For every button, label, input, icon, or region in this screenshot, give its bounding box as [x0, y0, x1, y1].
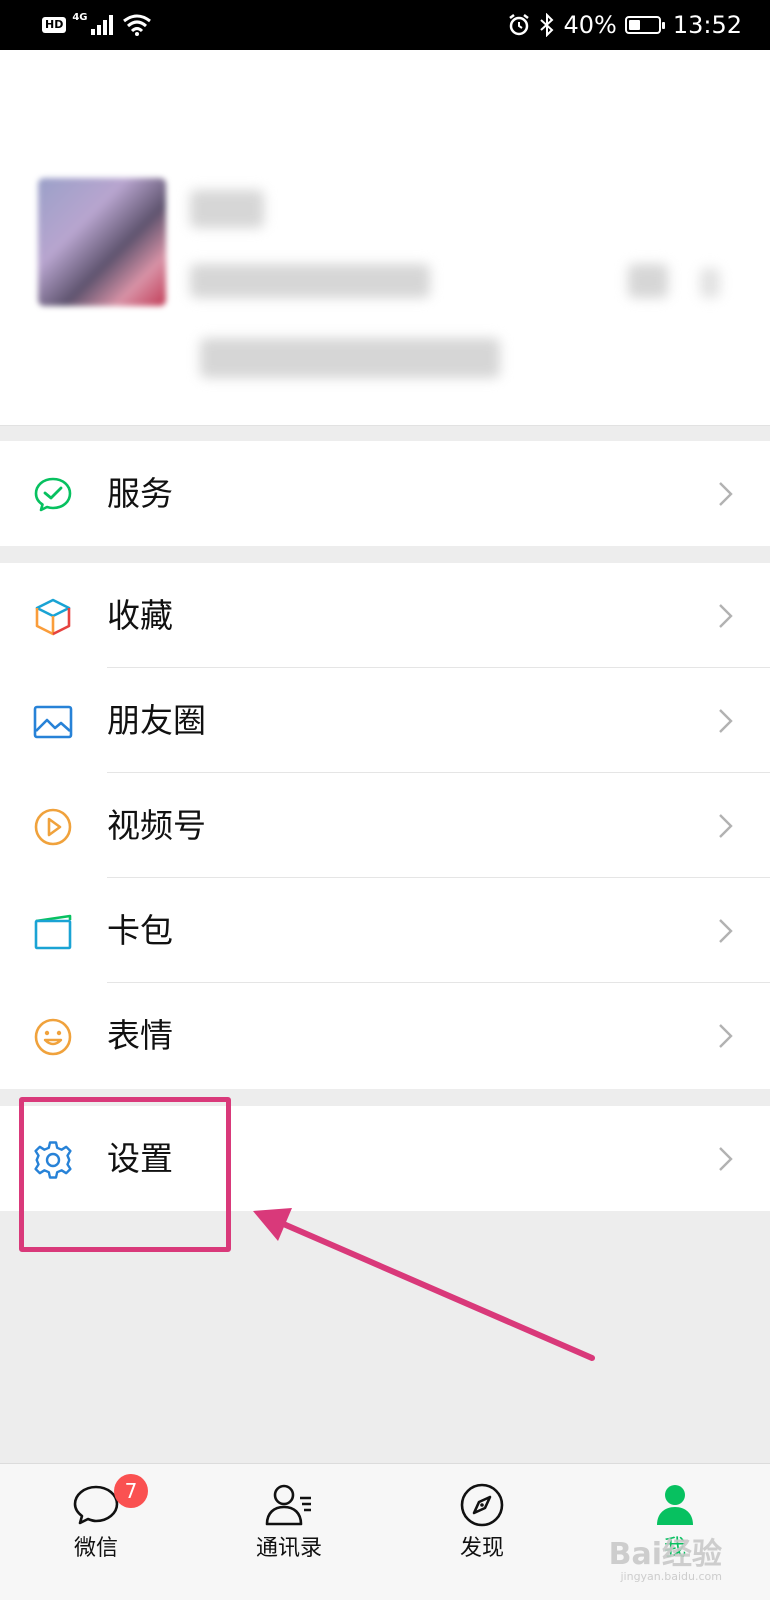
chevron-right-icon: [719, 482, 733, 506]
highlight-box-annotation: [19, 1097, 231, 1252]
alarm-icon: [509, 14, 530, 36]
qr-code-blurred[interactable]: [628, 264, 668, 298]
watermark-main: Bai经验: [608, 1537, 722, 1572]
status-right: 40% 13:52: [507, 10, 742, 40]
menu-item-favorites[interactable]: 收藏: [0, 563, 770, 668]
battery-icon: [624, 16, 665, 34]
menu-group-main: 收藏 朋友圈 视频号 卡包 表情: [0, 563, 770, 1089]
tab-label-contacts: 通讯录: [255, 1536, 322, 1561]
menu-label-card-wallet: 卡包: [107, 911, 173, 950]
menu-label-channels: 视频号: [107, 806, 206, 845]
contacts-icon: [265, 1484, 311, 1526]
chevron-right-icon: [719, 604, 733, 628]
tab-chats[interactable]: 7 微信: [26, 1464, 166, 1600]
menu-label-stickers: 表情: [107, 1016, 173, 1055]
unread-badge: 7: [114, 1474, 148, 1508]
menu-group-services: 服务: [0, 441, 770, 546]
battery-level-fill: [628, 20, 641, 30]
avatar[interactable]: [38, 178, 166, 306]
menu-label-services: 服务: [107, 474, 173, 513]
moments-picture-icon: [33, 705, 73, 739]
wechat-me-screen: HD 4G 40% 13:52 服务 收藏 朋友圈 视频号 卡包 表情 设置 7…: [0, 0, 770, 1600]
battery-percent: 40%: [563, 11, 617, 39]
menu-item-services[interactable]: 服务: [0, 441, 770, 546]
menu-label-moments: 朋友圈: [107, 701, 206, 740]
chevron-right-icon: [719, 709, 733, 733]
tab-discover[interactable]: 发现: [412, 1464, 552, 1600]
bottom-tab-bar: 7 微信 通讯录 发现 我 Bai经验 jingyan.baidu.com: [0, 1463, 770, 1600]
status-left: HD 4G: [42, 10, 152, 40]
menu-item-stickers[interactable]: 表情: [0, 983, 770, 1088]
chevron-right-icon: [719, 1024, 733, 1048]
tab-contacts[interactable]: 通讯录: [219, 1464, 359, 1600]
compass-icon: [460, 1483, 504, 1527]
tab-label-discover: 发现: [459, 1536, 504, 1561]
hd-badge: HD: [42, 17, 67, 33]
baidu-watermark: Bai经验 jingyan.baidu.com: [609, 1539, 722, 1583]
me-person-icon: [657, 1485, 693, 1525]
chevron-right-icon: [719, 1147, 733, 1171]
card-wallet-icon: [34, 914, 72, 950]
status-blurred[interactable]: [200, 338, 500, 378]
tab-label-chats: 微信: [73, 1536, 118, 1561]
chevron-right-icon: [719, 919, 733, 943]
signal-icon: [90, 15, 113, 35]
wifi-icon: [122, 14, 151, 36]
favorites-cube-icon: [35, 598, 71, 636]
menu-label-favorites: 收藏: [107, 596, 173, 635]
channels-play-icon: [34, 808, 72, 846]
chevron-right-icon: [719, 814, 733, 838]
nickname-blurred: [190, 190, 264, 228]
network-type-label: 4G: [72, 11, 88, 23]
menu-item-card-wallet[interactable]: 卡包: [0, 878, 770, 983]
status-bar: HD 4G 40% 13:52: [0, 0, 770, 50]
clock-time: 13:52: [672, 11, 742, 39]
bluetooth-icon: [540, 13, 554, 37]
profile-chevron-blurred[interactable]: [700, 268, 720, 298]
menu-item-moments[interactable]: 朋友圈: [0, 668, 770, 773]
wechat-id-blurred: [190, 264, 430, 298]
profile-header[interactable]: [0, 50, 770, 426]
menu-item-channels[interactable]: 视频号: [0, 773, 770, 878]
watermark-sub: jingyan.baidu.com: [620, 1570, 722, 1583]
wechat-pay-icon: [34, 477, 72, 512]
sticker-smile-icon: [34, 1018, 72, 1056]
